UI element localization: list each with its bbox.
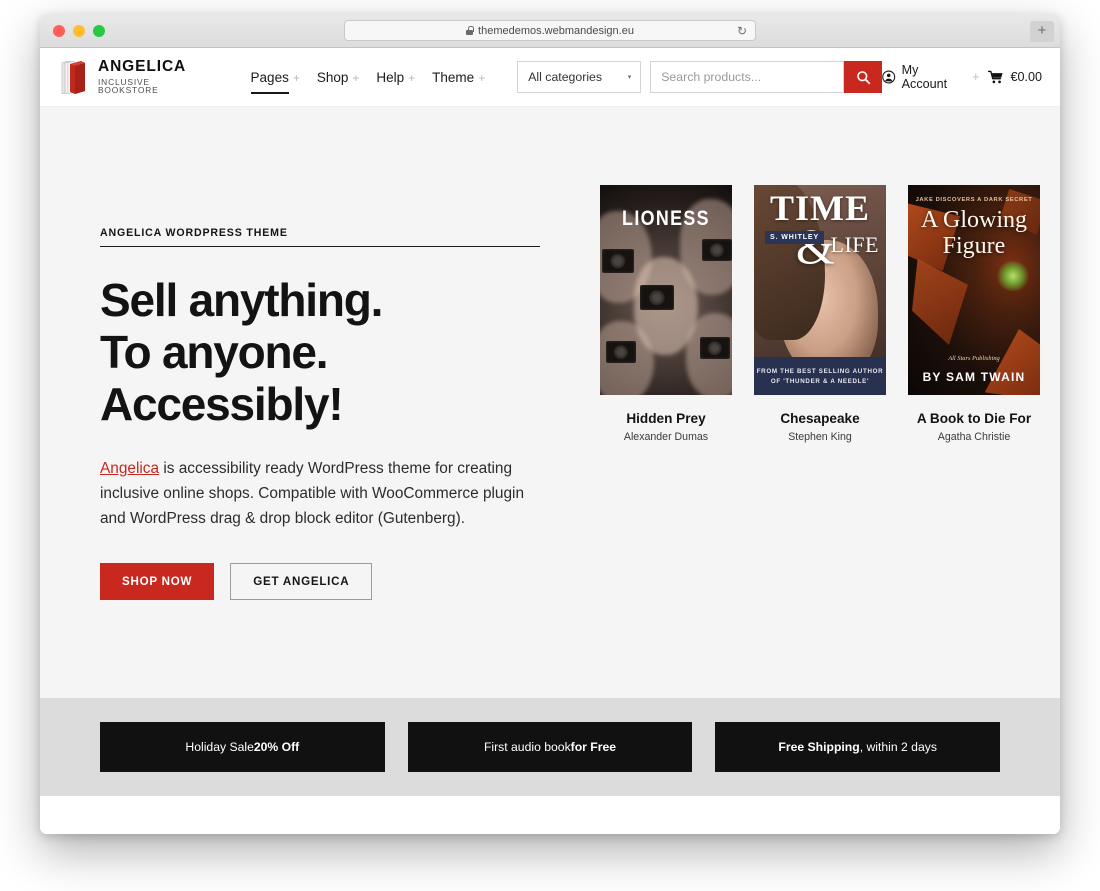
site-brand[interactable]: ANGELICA INCLUSIVE BOOKSTORE [59,59,211,94]
cover-tagline: JAKE DISCOVERS A DARK SECRET [915,197,1033,203]
product-search: All categories ▾ Search products... [517,61,883,93]
nav-expand-icon[interactable]: + [293,71,300,85]
cover-title-line-2: Figure [942,233,1006,259]
cart-total: €0.00 [1010,70,1042,84]
hero-description-text: is accessibility ready WordPress theme f… [100,460,525,527]
maximize-window-button[interactable] [93,24,105,37]
book-title: A Book to Die For [916,411,1032,426]
cart-icon [988,70,1004,84]
book-cover-image: LIONESS [600,185,732,395]
promo-text: First audio book [483,740,571,754]
nav-item-help[interactable]: Help + [376,70,415,85]
page-viewport: ANGELICA INCLUSIVE BOOKSTORE Pages + Sho… [40,48,1060,834]
bottom-card-row [40,796,1060,834]
nav-expand-icon[interactable]: + [478,71,485,85]
book-cover-image: TIME & LIFE S. WHITLEY FROM THE BEST SEL… [754,185,886,395]
cover-author-badge: S. WHITLEY [765,231,825,244]
cover-band-line-2: OF 'THUNDER & A NEEDLE' [770,377,870,385]
book-icon [61,60,85,94]
featured-books: LIONESS Hidden Prey Alexander Dumas TIME… [600,183,1040,600]
cover-title-life: LIFE [830,232,879,257]
promo-text: Holiday Sale [185,740,254,754]
nav-item-pages[interactable]: Pages + [250,69,300,94]
book-cover-image: JAKE DISCOVERS A DARK SECRET A Glowing F… [908,185,1040,395]
book-card[interactable]: LIONESS Hidden Prey Alexander Dumas [600,185,732,600]
user-icon [882,70,896,84]
nav-label-theme: Theme [432,69,475,85]
nav-item-theme[interactable]: Theme + [432,70,485,85]
book-card[interactable]: JAKE DISCOVERS A DARK SECRET A Glowing F… [908,185,1040,600]
promo-banner-audio-book[interactable]: First audio book for Free [407,722,693,772]
promo-highlight: Free Shipping [778,740,860,754]
promo-text-after: , within 2 days [859,740,937,754]
hero-eyebrow: ANGELICA WORDPRESS THEME [100,227,540,247]
my-account-link[interactable]: My Account + [882,63,979,91]
search-icon [856,70,870,84]
hero-copy: ANGELICA WORDPRESS THEME Sell anything. … [100,183,561,600]
headline-line-3: Accessibly! [100,378,344,430]
cover-publisher: All Stars Publishing [948,355,1000,362]
book-author: Agatha Christie [937,431,1011,443]
book-title: Chesapeake [780,411,860,426]
close-window-button[interactable] [53,24,65,37]
promo-strip: Holiday Sale 20% Off First audio book fo… [40,698,1060,796]
page-title: Sell anything. To anyone. Accessibly! [100,274,561,430]
minimize-window-button[interactable] [73,24,85,37]
cover-band-line-1: FROM THE BEST SELLING AUTHOR [756,367,884,375]
nav-expand-icon[interactable]: + [408,71,415,85]
browser-titlebar: themedemos.webmandesign.eu ↻ + [40,14,1060,48]
url-text: themedemos.webmandesign.eu [478,24,634,37]
nav-expand-icon[interactable]: + [352,71,359,85]
lock-icon [466,26,474,35]
hero-cta-row: SHOP NOW GET ANGELICA [100,563,561,600]
cover-band: FROM THE BEST SELLING AUTHOR OF 'THUNDER… [754,357,886,395]
promo-banner-holiday-sale[interactable]: Holiday Sale 20% Off [100,722,385,772]
headline-line-1: Sell anything. [100,274,383,326]
account-area: My Account + €0.00 [882,63,1042,91]
hero-section: ANGELICA WORDPRESS THEME Sell anything. … [40,107,1060,698]
cart-link[interactable]: €0.00 [988,70,1042,84]
site-header: ANGELICA INCLUSIVE BOOKSTORE Pages + Sho… [40,48,1060,107]
category-select-value: All categories [528,70,603,84]
chevron-down-icon: ▾ [627,74,632,81]
promo-highlight: for Free [570,740,617,754]
book-title: Hidden Prey [626,411,706,426]
book-card[interactable]: TIME & LIFE S. WHITLEY FROM THE BEST SEL… [754,185,886,600]
browser-window: themedemos.webmandesign.eu ↻ + ANGELICA … [40,14,1060,834]
brand-tagline: INCLUSIVE BOOKSTORE [98,76,159,96]
search-submit-button[interactable] [844,61,883,93]
promo-highlight: 20% Off [253,740,300,754]
book-author: Alexander Dumas [623,431,709,443]
reload-icon[interactable]: ↻ [737,25,747,38]
headline-line-2: To anyone. [100,326,329,378]
search-input[interactable]: Search products... [650,61,845,93]
category-select[interactable]: All categories ▾ [517,61,642,93]
nav-label-help: Help [376,69,405,85]
brand-name: ANGELICA [98,58,187,76]
hero-description: Angelica is accessibility ready WordPres… [100,456,535,531]
my-account-label: My Account [901,63,948,91]
main-navigation: Pages + Shop + Help + Theme + [250,69,485,94]
angelica-link[interactable]: Angelica [100,460,159,477]
shop-now-button[interactable]: SHOP NOW [100,563,215,600]
account-expand-icon[interactable]: + [972,70,979,84]
new-tab-button[interactable]: + [1030,21,1054,42]
nav-item-shop[interactable]: Shop + [317,70,360,85]
cover-title-line-1: A Glowing [920,207,1027,233]
cover-author: BY SAM TWAIN [922,370,1026,384]
nav-label-shop: Shop [316,69,349,85]
cover-title-glowing-figure: A Glowing Figure [908,207,1040,259]
window-controls [53,24,105,37]
cover-title-lioness: LIONESS [622,207,710,230]
book-author: Stephen King [788,431,852,443]
cover-ampersand: & [795,218,835,274]
address-bar[interactable]: themedemos.webmandesign.eu ↻ [344,20,756,41]
promo-banner-free-shipping[interactable]: Free Shipping, within 2 days [715,722,1001,772]
nav-label-pages: Pages [250,69,290,94]
get-angelica-button[interactable]: GET ANGELICA [230,563,373,600]
